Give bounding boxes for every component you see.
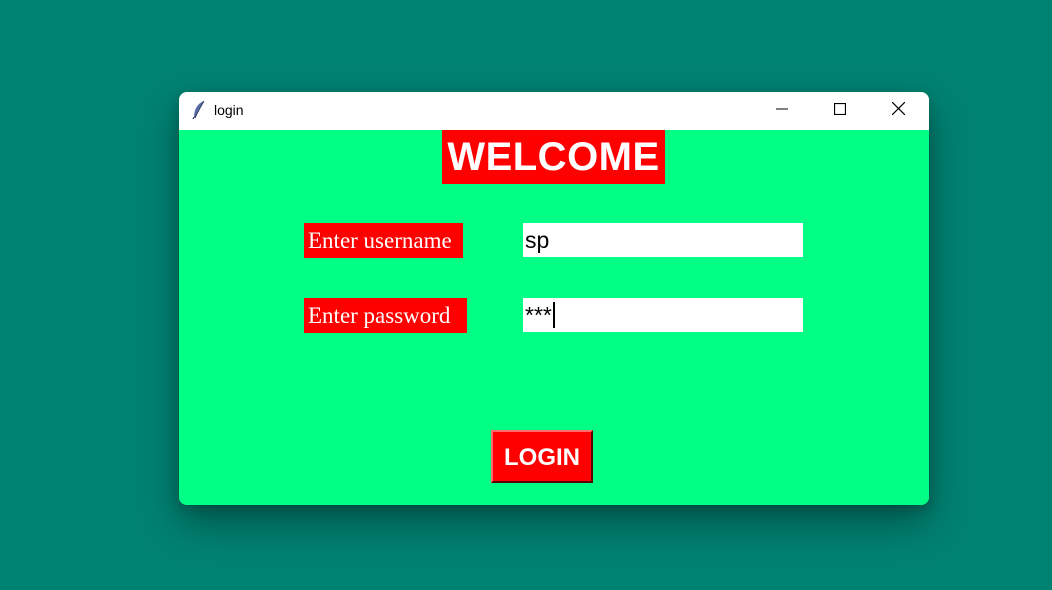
welcome-heading: WELCOME: [442, 130, 665, 184]
username-value: sp: [525, 227, 550, 253]
minimize-button[interactable]: [753, 92, 811, 130]
window-title: login: [214, 102, 244, 118]
login-form: WELCOME Enter username sp Enter password…: [179, 130, 929, 505]
maximize-button[interactable]: [811, 92, 869, 130]
login-button[interactable]: LOGIN: [491, 430, 593, 483]
username-label: Enter username: [304, 223, 463, 258]
password-field[interactable]: ***: [523, 298, 803, 332]
text-cursor: [552, 302, 555, 329]
login-window: login WELCOME Enter username sp Enter pa…: [179, 92, 929, 505]
desktop: login WELCOME Enter username sp Enter pa…: [0, 0, 1052, 590]
minimize-icon: [776, 102, 788, 120]
close-button[interactable]: [869, 92, 927, 130]
password-value: ***: [525, 302, 552, 328]
feather-icon: [191, 100, 207, 120]
title-bar[interactable]: login: [179, 92, 929, 130]
password-label: Enter password: [304, 298, 467, 333]
username-field[interactable]: sp: [523, 223, 803, 257]
close-icon: [891, 101, 905, 120]
maximize-icon: [833, 102, 847, 120]
